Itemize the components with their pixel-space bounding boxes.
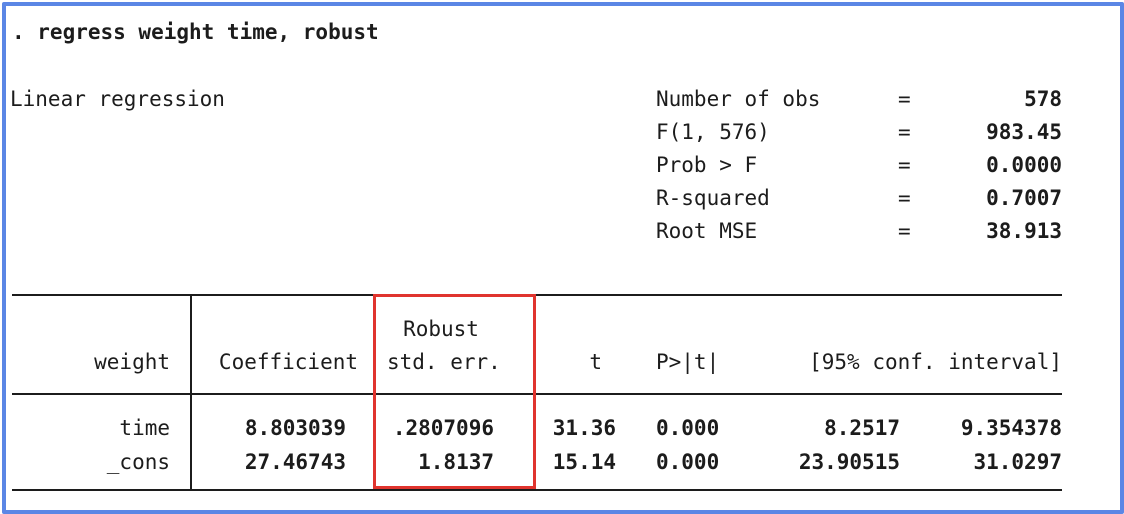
header-p: P>|t| [656, 350, 720, 374]
row-ci-low: 23.90515 [798, 450, 900, 474]
stat-value-nobs: 578 [1024, 87, 1062, 111]
table-bottom-rule [12, 489, 1062, 491]
stat-value-rmse: 38.913 [986, 219, 1062, 243]
stat-label-nobs: Number of obs [656, 87, 821, 111]
row-var-name: time [119, 416, 170, 440]
stat-label-f: F(1, 576) [656, 120, 770, 144]
stat-value-f: 983.45 [986, 120, 1062, 144]
stat-value-probf: 0.0000 [986, 153, 1062, 177]
row-coefficient: 8.803039 [244, 416, 346, 440]
stat-eq-f: = [898, 120, 911, 144]
header-t: t [589, 350, 602, 374]
row-t: 31.36 [552, 416, 616, 440]
header-conf-interval: [95% conf. interval] [809, 350, 1062, 374]
stat-eq-rmse: = [898, 219, 911, 243]
table-header-rule [12, 393, 1062, 395]
stat-eq-probf: = [898, 153, 911, 177]
table-top-rule [12, 294, 1062, 296]
row-coefficient: 27.46743 [244, 450, 346, 474]
row-var-name: _cons [106, 450, 170, 474]
row-ci-low: 8.2517 [824, 416, 900, 440]
stat-label-r2: R-squared [656, 186, 770, 210]
robust-se-highlight-box [373, 294, 536, 489]
stat-label-rmse: Root MSE [656, 219, 758, 243]
stat-eq-nobs: = [898, 87, 911, 111]
row-t: 15.14 [552, 450, 616, 474]
model-title: Linear regression [10, 87, 225, 111]
row-ci-high: 31.0297 [973, 450, 1062, 474]
stat-eq-r2: = [898, 186, 911, 210]
command-line: . regress weight time, robust [12, 20, 379, 44]
header-coefficient: Coefficient [218, 350, 358, 374]
table-column-divider [190, 294, 192, 491]
stat-value-r2: 0.7007 [986, 186, 1062, 210]
row-p: 0.000 [656, 416, 720, 440]
stat-label-probf: Prob > F [656, 153, 758, 177]
row-ci-high: 9.354378 [960, 416, 1062, 440]
header-depvar: weight [94, 350, 170, 374]
row-p: 0.000 [656, 450, 720, 474]
